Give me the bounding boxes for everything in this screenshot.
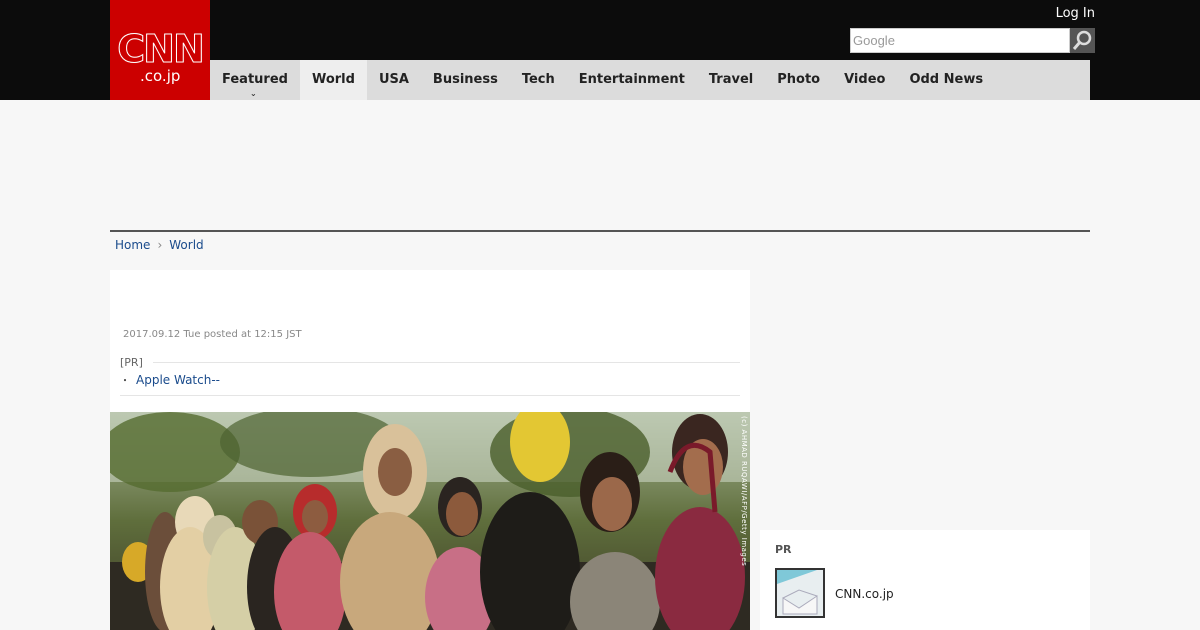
- photo-credit: (c) AHMAD RUQAWI/AFP/Getty Images: [740, 416, 748, 567]
- nav-item-label: Entertainment: [578, 72, 685, 87]
- article-date: 2017.09.12 Tue posted at 12:15 JST: [123, 329, 302, 340]
- nav-item-tech[interactable]: Tech: [510, 60, 567, 100]
- pr-thumbnail[interactable]: [775, 568, 825, 618]
- breadcrumb: Home › World: [115, 238, 204, 252]
- nav-item-label: Featured: [222, 72, 288, 87]
- pr-item-name[interactable]: CNN.co.jp: [835, 587, 894, 601]
- cnn-logo[interactable]: CNN .co.jp: [110, 0, 210, 100]
- search-button[interactable]: [1070, 28, 1095, 53]
- nav-item-photo[interactable]: Photo: [765, 60, 832, 100]
- breadcrumb-home[interactable]: Home: [115, 238, 150, 252]
- nav-item-world[interactable]: World: [299, 60, 367, 100]
- nav-item-usa[interactable]: USA: [367, 60, 421, 100]
- chevron-down-icon: ⌄: [249, 89, 257, 98]
- breadcrumb-current[interactable]: World: [169, 238, 203, 252]
- nav-item-label: World: [311, 72, 355, 87]
- nav-item-label: Odd News: [909, 72, 984, 87]
- main-nav: Featured ⌄ World USA Business Tech Enter…: [210, 60, 1090, 100]
- article-photo: (c) AHMAD RUQAWI/AFP/Getty Images: [110, 412, 750, 630]
- article-card: 2017.09.12 Tue posted at 12:15 JST [PR] …: [110, 270, 750, 630]
- nav-item-label: Business: [432, 72, 498, 87]
- photo-image: [110, 412, 750, 630]
- nav-item-featured[interactable]: Featured ⌄: [210, 60, 300, 100]
- nav-item-video[interactable]: Video: [832, 60, 897, 100]
- nav-item-business[interactable]: Business: [421, 60, 510, 100]
- pr-box: [PR] ・ Apple Watch--: [120, 356, 740, 396]
- nav-item-label: Travel: [708, 72, 754, 87]
- pr-link[interactable]: Apple Watch--: [136, 373, 220, 387]
- pr-label-text: [PR]: [120, 356, 143, 369]
- section-divider: [110, 230, 1090, 232]
- pr-label: [PR]: [120, 356, 740, 369]
- logo-wordmark: CNN: [117, 27, 206, 71]
- nav-item-label: Photo: [777, 72, 821, 87]
- nav-item-entertainment[interactable]: Entertainment: [567, 60, 697, 100]
- nav-item-label: Tech: [521, 72, 555, 87]
- chevron-right-icon: ›: [157, 238, 163, 252]
- sidebar-pr-label: PR: [775, 543, 792, 556]
- login-link[interactable]: Log In: [1056, 6, 1095, 21]
- search-icon: [1072, 30, 1092, 50]
- nav-item-label: USA: [378, 72, 409, 87]
- nav-item-odd-news[interactable]: Odd News: [897, 60, 995, 100]
- pr-link-row: ・ Apple Watch--: [120, 372, 740, 387]
- sidebar-pr-box: PR CNN.co.jp: [760, 530, 1090, 630]
- pr-bullet: ・: [120, 376, 130, 387]
- nav-item-travel[interactable]: Travel: [697, 60, 765, 100]
- search-input[interactable]: [850, 28, 1070, 53]
- nav-item-label: Video: [844, 72, 886, 87]
- envelope-icon: [777, 570, 823, 616]
